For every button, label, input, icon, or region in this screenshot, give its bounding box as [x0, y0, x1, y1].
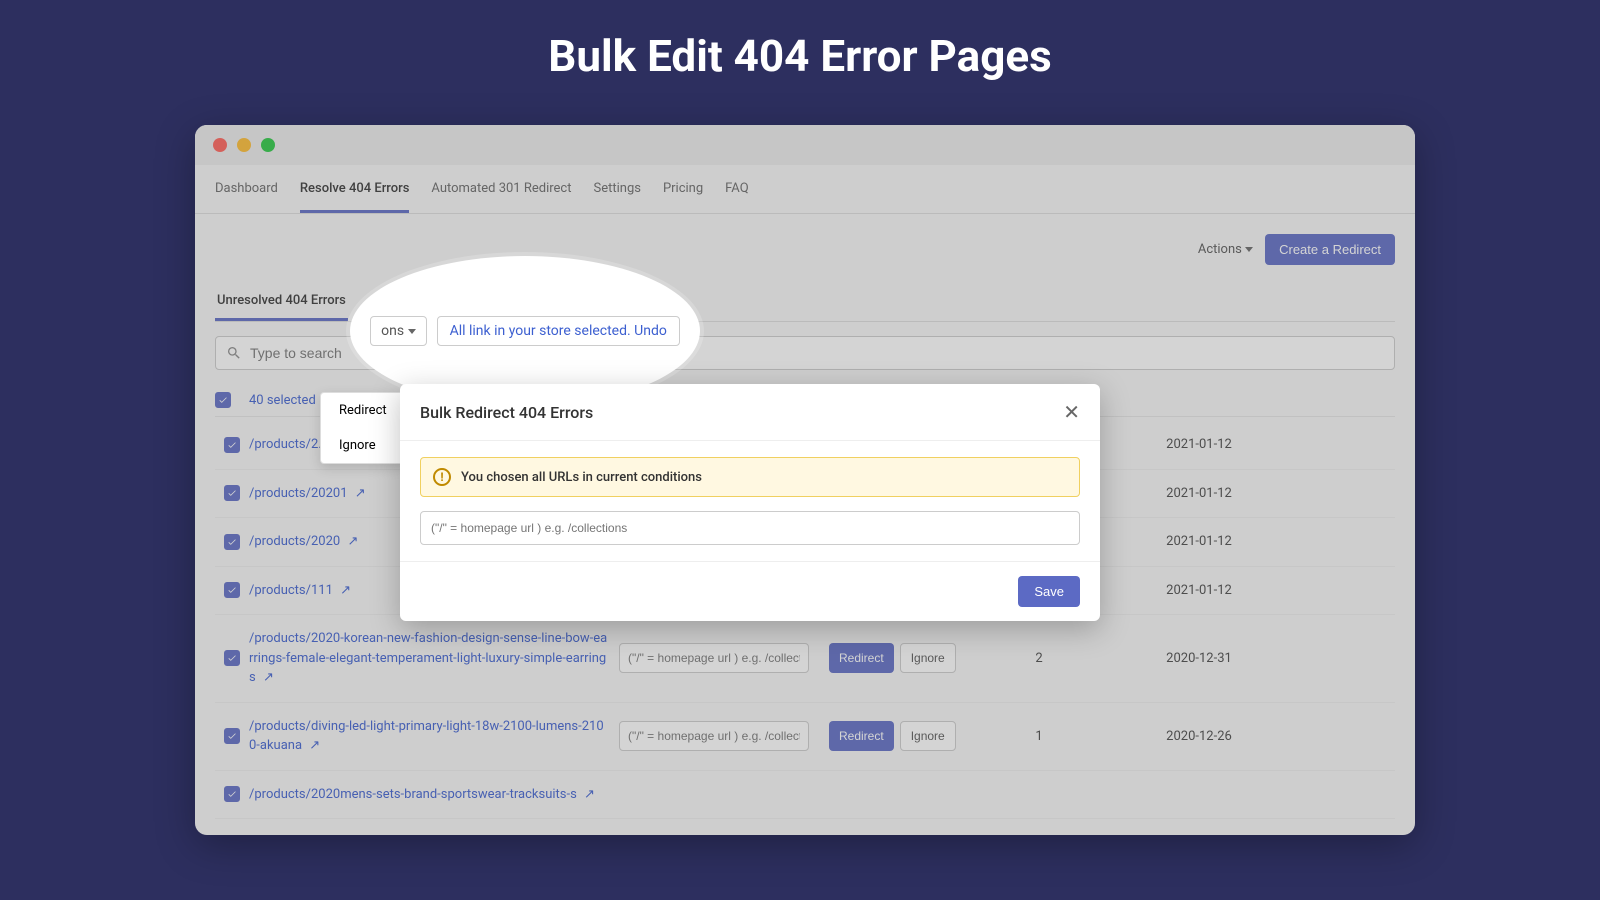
nav-resolve-404[interactable]: Resolve 404 Errors: [300, 181, 410, 213]
bulk-redirect-modal: Bulk Redirect 404 Errors ✕ ! You chosen …: [400, 384, 1100, 621]
row-date: 2020-12-26: [1109, 729, 1289, 744]
actions-label: Actions: [1198, 242, 1242, 257]
external-link-icon[interactable]: ↗: [340, 581, 351, 601]
row-hits: 2: [969, 651, 1109, 666]
banner-text: You chosen all URLs in current condition…: [461, 470, 702, 485]
check-icon: [227, 440, 237, 450]
check-icon: [227, 488, 237, 498]
select-all-checkbox[interactable]: [215, 392, 231, 408]
nav-dashboard[interactable]: Dashboard: [215, 181, 278, 213]
row-date: 2021-01-12: [1109, 583, 1289, 598]
row-hits: 1: [969, 729, 1109, 744]
nav-settings[interactable]: Settings: [593, 181, 640, 213]
table-row: /products/diving-led-light-primary-light…: [215, 703, 1395, 771]
nav-pricing[interactable]: Pricing: [663, 181, 703, 213]
external-link-icon[interactable]: ↗: [347, 532, 358, 552]
external-link-icon[interactable]: ↗: [584, 785, 595, 805]
tab-unresolved[interactable]: Unresolved 404 Errors: [215, 283, 348, 321]
table-row: /products/2020mens-sets-brand-sportswear…: [215, 771, 1395, 820]
row-redirect-input[interactable]: [619, 721, 809, 751]
external-link-icon[interactable]: ↗: [263, 668, 274, 688]
chevron-down-icon: [1245, 247, 1253, 252]
save-button[interactable]: Save: [1018, 576, 1080, 607]
create-redirect-button[interactable]: Create a Redirect: [1265, 234, 1395, 265]
row-date: 2021-01-12: [1109, 534, 1289, 549]
more-actions-menu: Redirect Ignore: [320, 392, 406, 464]
row-redirect-button[interactable]: Redirect: [829, 643, 894, 673]
external-link-icon[interactable]: ↗: [309, 736, 320, 756]
nav-faq[interactable]: FAQ: [725, 181, 748, 213]
chevron-down-icon: [408, 329, 416, 334]
close-icon[interactable]: ✕: [1063, 400, 1080, 424]
top-nav: Dashboard Resolve 404 Errors Automated 3…: [195, 165, 1415, 214]
search-icon: [226, 345, 242, 361]
modal-title: Bulk Redirect 404 Errors: [420, 403, 593, 422]
alert-icon: !: [433, 468, 451, 486]
row-checkbox[interactable]: [224, 437, 240, 453]
row-checkbox[interactable]: [224, 786, 240, 802]
window-close-button[interactable]: [213, 138, 227, 152]
row-url[interactable]: /products/2020mens-sets-brand-sportswear…: [249, 785, 619, 805]
window-zoom-button[interactable]: [261, 138, 275, 152]
menu-ignore[interactable]: Ignore: [321, 428, 405, 463]
spot-dropdown-fragment: ons: [370, 316, 426, 346]
row-checkbox[interactable]: [224, 534, 240, 550]
table-row: /products/2020-korean-new-fashion-design…: [215, 615, 1395, 703]
row-url[interactable]: /products/diving-led-light-primary-light…: [249, 717, 619, 756]
window-minimize-button[interactable]: [237, 138, 251, 152]
row-redirect-input[interactable]: [619, 643, 809, 673]
row-redirect-button[interactable]: Redirect: [829, 721, 894, 751]
row-date: 2021-01-12: [1109, 437, 1289, 452]
warning-banner: ! You chosen all URLs in current conditi…: [420, 457, 1080, 497]
row-ignore-button[interactable]: Ignore: [900, 643, 956, 673]
row-url[interactable]: /products/2020-korean-new-fashion-design…: [249, 629, 619, 688]
row-checkbox[interactable]: [224, 650, 240, 666]
selected-count: 40 selected: [249, 393, 316, 408]
row-checkbox[interactable]: [224, 728, 240, 744]
check-icon: [218, 395, 228, 405]
spot-selection-message: All link in your store selected. Undo: [437, 316, 680, 346]
check-icon: [227, 537, 237, 547]
external-link-icon[interactable]: ↗: [355, 484, 366, 504]
check-icon: [227, 653, 237, 663]
check-icon: [227, 731, 237, 741]
menu-redirect[interactable]: Redirect: [321, 393, 405, 428]
row-date: 2021-01-12: [1109, 486, 1289, 501]
row-checkbox[interactable]: [224, 485, 240, 501]
actions-dropdown[interactable]: Actions: [1198, 242, 1253, 257]
window-titlebar: [195, 125, 1415, 165]
page-title: Bulk Edit 404 Error Pages: [0, 0, 1600, 102]
nav-automated-301[interactable]: Automated 301 Redirect: [431, 181, 571, 213]
row-date: 2020-12-31: [1109, 651, 1289, 666]
redirect-target-input[interactable]: [420, 511, 1080, 545]
check-icon: [227, 789, 237, 799]
row-checkbox[interactable]: [224, 582, 240, 598]
row-ignore-button[interactable]: Ignore: [900, 721, 956, 751]
check-icon: [227, 585, 237, 595]
